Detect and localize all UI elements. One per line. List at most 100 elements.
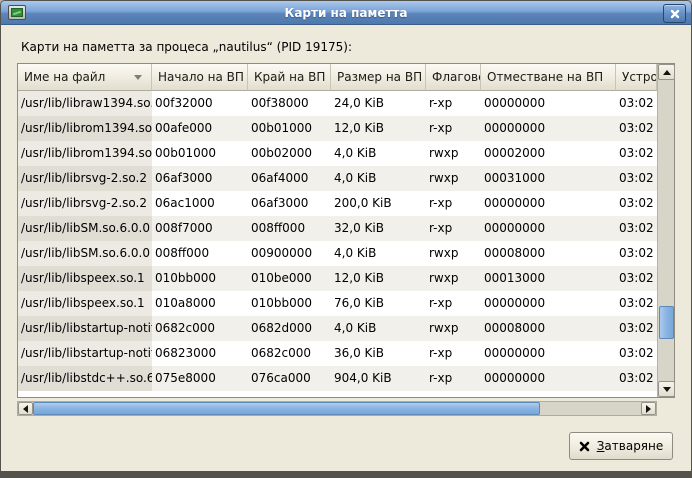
table-cell: 4,0 KiB xyxy=(331,316,426,341)
horizontal-scrollbar[interactable] xyxy=(17,401,657,416)
close-dialog-button[interactable]: Затваряне xyxy=(569,432,673,460)
horizontal-scrollbar-thumb[interactable] xyxy=(33,402,540,415)
table-row[interactable]: /usr/lib/librsvg-2.so.206af300006af40004… xyxy=(18,166,657,191)
table-cell: 03:02 xyxy=(616,191,657,216)
table-cell: 06af3000 xyxy=(152,166,248,191)
column-header[interactable]: Флагове xyxy=(426,64,481,91)
column-header[interactable]: Име на файл xyxy=(18,64,152,91)
table-cell: 4,0 KiB xyxy=(331,166,426,191)
table-cell: 06ac1000 xyxy=(152,191,248,216)
arrow-up-icon xyxy=(663,70,671,75)
table-cell: 00000000 xyxy=(481,116,616,141)
column-header[interactable]: Начало на ВП xyxy=(152,64,248,91)
table-cell: 00f38000 xyxy=(248,91,331,116)
titlebar[interactable]: Карти на паметта xyxy=(1,1,691,25)
close-icon xyxy=(670,9,680,19)
table-row[interactable]: /usr/lib/libstartup-notification-1.so.0 0… xyxy=(18,341,657,366)
table-cell: 12,0 KiB xyxy=(331,116,426,141)
table-cell: /usr/lib/librom1394.so.0 xyxy=(18,141,152,166)
table-cell: 00000000 xyxy=(481,216,616,241)
table-cell: 00002000 xyxy=(481,141,616,166)
scroll-down-button[interactable] xyxy=(658,381,675,397)
table-cell: 076ca000 xyxy=(248,366,331,391)
arrow-down-icon xyxy=(663,387,671,392)
table-cell: 12,0 KiB xyxy=(331,266,426,291)
table-cell: 0682c000 xyxy=(248,341,331,366)
table-cell: 32,0 KiB xyxy=(331,216,426,241)
table-row[interactable]: /usr/lib/librsvg-2.so.206ac100006af30002… xyxy=(18,191,657,216)
table-cell: 00008000 xyxy=(481,241,616,266)
table-row[interactable]: /usr/lib/librom1394.so.000b0100000b02000… xyxy=(18,141,657,166)
table-cell: 03:02 xyxy=(616,216,657,241)
table-row[interactable]: /usr/lib/libstdc++.so.6075e8000076ca0009… xyxy=(18,366,657,391)
table-cell: /usr/lib/libstartup-notification-1.so.0 xyxy=(18,341,152,366)
table-cell: rwxp xyxy=(426,316,481,341)
table-cell: 00b01000 xyxy=(152,141,248,166)
table-cell: 03:02 xyxy=(616,116,657,141)
table-cell: 00000000 xyxy=(481,191,616,216)
table-cell: 03:02 xyxy=(616,266,657,291)
table-cell: /usr/lib/librom1394.so.0 xyxy=(18,116,152,141)
table-row[interactable]: /usr/lib/libSM.so.6.0.0008ff000009000004… xyxy=(18,241,657,266)
table-cell: 00000000 xyxy=(481,91,616,116)
table-cell: 06af4000 xyxy=(248,166,331,191)
window-title: Карти на паметта xyxy=(1,6,691,20)
table-cell: 00afe000 xyxy=(152,116,248,141)
table-row[interactable]: /usr/lib/libstartup-notification-1.so.00… xyxy=(18,316,657,341)
table-cell: 010be000 xyxy=(248,266,331,291)
table-cell: rwxp xyxy=(426,241,481,266)
table-cell: /usr/lib/libspeex.so.1 xyxy=(18,291,152,316)
memory-maps-dialog: Карти на паметта Карти на паметта за про… xyxy=(0,0,692,478)
table-cell: 010a8000 xyxy=(152,291,248,316)
table-cell: 03:02 xyxy=(616,316,657,341)
table-cell: 76,0 KiB xyxy=(331,291,426,316)
table-cell: 00008000 xyxy=(481,316,616,341)
table-cell: 03:02 xyxy=(616,366,657,391)
column-header[interactable]: Край на ВП xyxy=(248,64,331,91)
window-close-button[interactable] xyxy=(663,4,686,23)
table-cell: rwxp xyxy=(426,266,481,291)
table-body: /usr/lib/libraw1394.so.800f3200000f38000… xyxy=(18,91,657,391)
vertical-scrollbar[interactable] xyxy=(657,64,674,397)
sort-descending-icon xyxy=(134,75,142,80)
scroll-left-button[interactable] xyxy=(18,402,33,415)
column-header[interactable]: Размер на ВП xyxy=(331,64,426,91)
table-cell: /usr/lib/librsvg-2.so.2 xyxy=(18,166,152,191)
table-row[interactable]: /usr/lib/librom1394.so.000afe00000b01000… xyxy=(18,116,657,141)
table-row[interactable]: /usr/lib/libraw1394.so.800f3200000f38000… xyxy=(18,91,657,116)
table-cell: 00000000 xyxy=(481,366,616,391)
table-cell: /usr/lib/libraw1394.so.8 xyxy=(18,91,152,116)
arrow-right-icon xyxy=(646,405,651,413)
table-cell: 03:02 xyxy=(616,341,657,366)
table-cell: 00b01000 xyxy=(248,116,331,141)
scroll-right-button[interactable] xyxy=(641,402,656,415)
table-cell: 00b02000 xyxy=(248,141,331,166)
table-cell: 008ff000 xyxy=(248,216,331,241)
column-header[interactable]: Отместване на ВП xyxy=(481,64,616,91)
close-button-label: Затваряне xyxy=(597,439,664,453)
table-row[interactable]: /usr/lib/libSM.so.6.0.0008f7000008ff0003… xyxy=(18,216,657,241)
table-cell: 4,0 KiB xyxy=(331,241,426,266)
table-cell: 00000000 xyxy=(481,341,616,366)
table-cell: /usr/lib/libSM.so.6.0.0 xyxy=(18,216,152,241)
table-cell: 075e8000 xyxy=(152,366,248,391)
vertical-scrollbar-thumb[interactable] xyxy=(659,306,674,339)
table-row[interactable]: /usr/lib/libspeex.so.1010a8000010bb00076… xyxy=(18,291,657,316)
close-x-icon xyxy=(579,441,590,452)
process-description-label: Карти на паметта за процеса „nautilus“ (… xyxy=(21,40,352,54)
table-cell: 03:02 xyxy=(616,91,657,116)
table-cell: 010bb000 xyxy=(152,266,248,291)
table-cell: r-xp xyxy=(426,341,481,366)
table-row[interactable]: /usr/lib/libspeex.so.1010bb000010be00012… xyxy=(18,266,657,291)
table-cell: 010bb000 xyxy=(248,291,331,316)
column-header[interactable]: Устройство xyxy=(616,64,657,91)
table-cell: 00031000 xyxy=(481,166,616,191)
table-cell: r-xp xyxy=(426,216,481,241)
table-cell: /usr/lib/libSM.so.6.0.0 xyxy=(18,241,152,266)
table-cell: 00000000 xyxy=(481,291,616,316)
table-cell: r-xp xyxy=(426,366,481,391)
table-cell: rwxp xyxy=(426,166,481,191)
table-cell: 00f32000 xyxy=(152,91,248,116)
scroll-up-button[interactable] xyxy=(658,64,675,80)
table-cell: 200,0 KiB xyxy=(331,191,426,216)
